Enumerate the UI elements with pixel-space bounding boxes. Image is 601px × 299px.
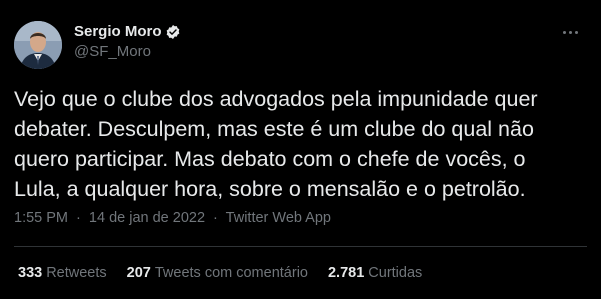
more-options-icon-dot — [574, 30, 578, 34]
avatar-image — [14, 21, 62, 69]
likes-stat[interactable]: 2.781 Curtidas — [328, 265, 422, 281]
more-options-icon-dot — [568, 30, 572, 34]
verified-badge-icon — [166, 25, 179, 39]
retweets-label: Retweets — [46, 265, 107, 281]
retweets-count: 333 — [18, 265, 43, 281]
engagement-stats: 333 Retweets 207 Tweets com comentário 2.7… — [18, 263, 442, 283]
quote-tweets-count: 207 — [126, 265, 151, 281]
retweets-stat[interactable]: 333 Retweets — [18, 265, 107, 281]
tweet-metadata: 1:55 PM · 14 de jan de 2022 · Twitter We… — [14, 208, 331, 228]
tweet-text: Vejo que o clube dos advogados pela impu… — [14, 87, 538, 201]
more-options-icon — [562, 30, 566, 34]
tweet-date[interactable]: 14 de jan de 2022 — [89, 210, 205, 226]
author-name-text[interactable]: Sergio Moro — [74, 22, 162, 42]
quote-tweets-stat[interactable]: 207 Tweets com comentário — [127, 265, 308, 281]
meta-separator: · — [76, 210, 81, 226]
meta-separator: · — [213, 210, 218, 226]
tweet-card: Sergio Moro @SF_Moro Vejo que o clube do… — [0, 0, 601, 299]
likes-count: 2.781 — [327, 265, 365, 281]
quote-tweets-label: Tweets com comentário — [154, 265, 308, 281]
tweet-source[interactable]: Twitter Web App — [226, 210, 331, 226]
divider — [14, 246, 587, 247]
more-options-button[interactable] — [556, 20, 584, 44]
tweet-time[interactable]: 1:55 PM — [14, 210, 68, 226]
author-handle[interactable]: @SF_Moro — [74, 42, 151, 62]
likes-label: Curtidas — [368, 265, 423, 281]
author-avatar[interactable] — [14, 21, 62, 69]
author-name[interactable]: Sergio Moro — [74, 22, 181, 42]
